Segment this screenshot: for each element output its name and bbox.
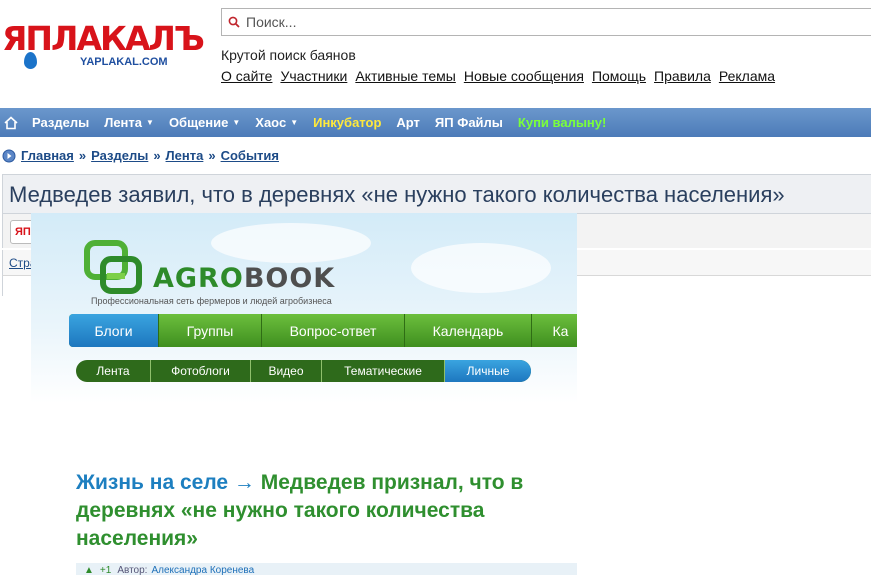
- agrobook-menu-blogs[interactable]: Блоги: [69, 314, 159, 347]
- nav-incubator[interactable]: Инкубатор: [313, 115, 381, 130]
- logo-text: ЯПЛАКАЛЪ: [2, 19, 205, 58]
- search-input[interactable]: [246, 14, 846, 30]
- breadcrumb-separator: »: [78, 148, 87, 163]
- agrobook-sub-photoblogs[interactable]: Фотоблоги: [151, 360, 251, 382]
- author-link[interactable]: Александра Коренева: [151, 565, 254, 575]
- breadcrumb-events[interactable]: События: [221, 148, 279, 163]
- nav-chaos[interactable]: Хаос ▼: [255, 115, 298, 130]
- search-icon: [228, 16, 240, 28]
- breadcrumb-feed[interactable]: Лента: [166, 148, 204, 163]
- vote-count: +1: [99, 564, 112, 575]
- nav-files[interactable]: ЯП Файлы: [435, 115, 503, 130]
- top-link-active-topics[interactable]: Активные темы: [355, 68, 456, 84]
- search-box[interactable]: [221, 8, 871, 36]
- agrobook-menu-groups[interactable]: Группы: [159, 314, 262, 347]
- cloud-decoration: [211, 223, 371, 263]
- page-title: Медведев заявил, что в деревнях «не нужн…: [9, 182, 785, 207]
- top-link-about[interactable]: О сайте: [221, 68, 272, 84]
- agrobook-menu-calendar[interactable]: Календарь: [405, 314, 532, 347]
- chevron-down-icon: ▼: [146, 118, 154, 127]
- top-links: О сайте Участники Активные темы Новые со…: [221, 68, 775, 84]
- arrow-right-icon: →: [233, 471, 255, 494]
- site-tagline: Крутой поиск баянов: [221, 47, 356, 63]
- top-link-rules[interactable]: Правила: [654, 68, 711, 84]
- nav-community[interactable]: Общение ▼: [169, 115, 240, 130]
- top-link-new-messages[interactable]: Новые сообщения: [464, 68, 584, 84]
- main-nav: Разделы Лента ▼ Общение ▼ Хаос ▼ Инкубатор …: [0, 108, 871, 137]
- nav-art[interactable]: Арт: [396, 115, 420, 130]
- divider: [2, 276, 3, 296]
- agrobook-sub-video[interactable]: Видео: [251, 360, 322, 382]
- agrobook-header: AGROBOOK Профессиональная сеть фермеров …: [31, 213, 577, 403]
- top-link-members[interactable]: Участники: [280, 68, 347, 84]
- agrobook-tagline: Профессиональная сеть фермеров и людей а…: [91, 296, 332, 306]
- author-label: Автор:: [117, 564, 148, 575]
- logo-domain: YAPLAKAL.COM: [80, 56, 168, 68]
- chevron-down-icon: ▼: [290, 118, 299, 127]
- chevron-down-icon: ▼: [232, 118, 241, 127]
- agrobook-logo-icon: [84, 240, 142, 294]
- nav-feed[interactable]: Лента ▼: [104, 115, 154, 130]
- nav-sections[interactable]: Разделы: [32, 115, 89, 130]
- embedded-screenshot: AGROBOOK Профессиональная сеть фермеров …: [31, 213, 577, 575]
- agrobook-sub-feed[interactable]: Лента: [76, 360, 151, 382]
- logo-drop-icon: [24, 52, 37, 69]
- agrobook-article-meta: ▲ +1 Автор: Александра Коренева: [76, 563, 577, 575]
- agrobook-article-category[interactable]: Жизнь на селе: [76, 471, 228, 494]
- breadcrumb-separator: »: [208, 148, 216, 163]
- agrobook-logo-text: AGROBOOK: [153, 263, 336, 294]
- site-logo[interactable]: ЯПЛАКАЛЪ YAPLAKAL.COM: [2, 19, 205, 78]
- agrobook-sub-thematic[interactable]: Тематические: [322, 360, 445, 382]
- breadcrumb-sections[interactable]: Разделы: [91, 148, 148, 163]
- breadcrumb-arrow-icon: [2, 149, 16, 162]
- agrobook-article-title: Жизнь на селе → Медведев признал, что в …: [76, 469, 571, 553]
- top-link-help[interactable]: Помощь: [592, 68, 646, 84]
- top-link-ads[interactable]: Реклама: [719, 68, 775, 84]
- agrobook-submenu: Лента Фотоблоги Видео Тематические Личны…: [76, 360, 531, 382]
- thumbs-up-icon[interactable]: ▲: [84, 565, 94, 575]
- agrobook-menu-qa[interactable]: Вопрос-ответ: [262, 314, 405, 347]
- topic-title-bar: Медведев заявил, что в деревнях «не нужн…: [2, 174, 871, 214]
- breadcrumb: Главная » Разделы » Лента » События: [2, 148, 279, 163]
- home-icon[interactable]: [4, 115, 18, 130]
- breadcrumb-separator: »: [153, 148, 161, 163]
- agrobook-menu-more[interactable]: Ка: [532, 314, 577, 347]
- nav-buy[interactable]: Купи валыну!: [518, 115, 606, 130]
- cloud-decoration: [411, 243, 551, 293]
- agrobook-sub-personal[interactable]: Личные: [445, 360, 531, 382]
- breadcrumb-home[interactable]: Главная: [21, 148, 74, 163]
- agrobook-menu: Блоги Группы Вопрос-ответ Календарь Ка: [69, 314, 577, 347]
